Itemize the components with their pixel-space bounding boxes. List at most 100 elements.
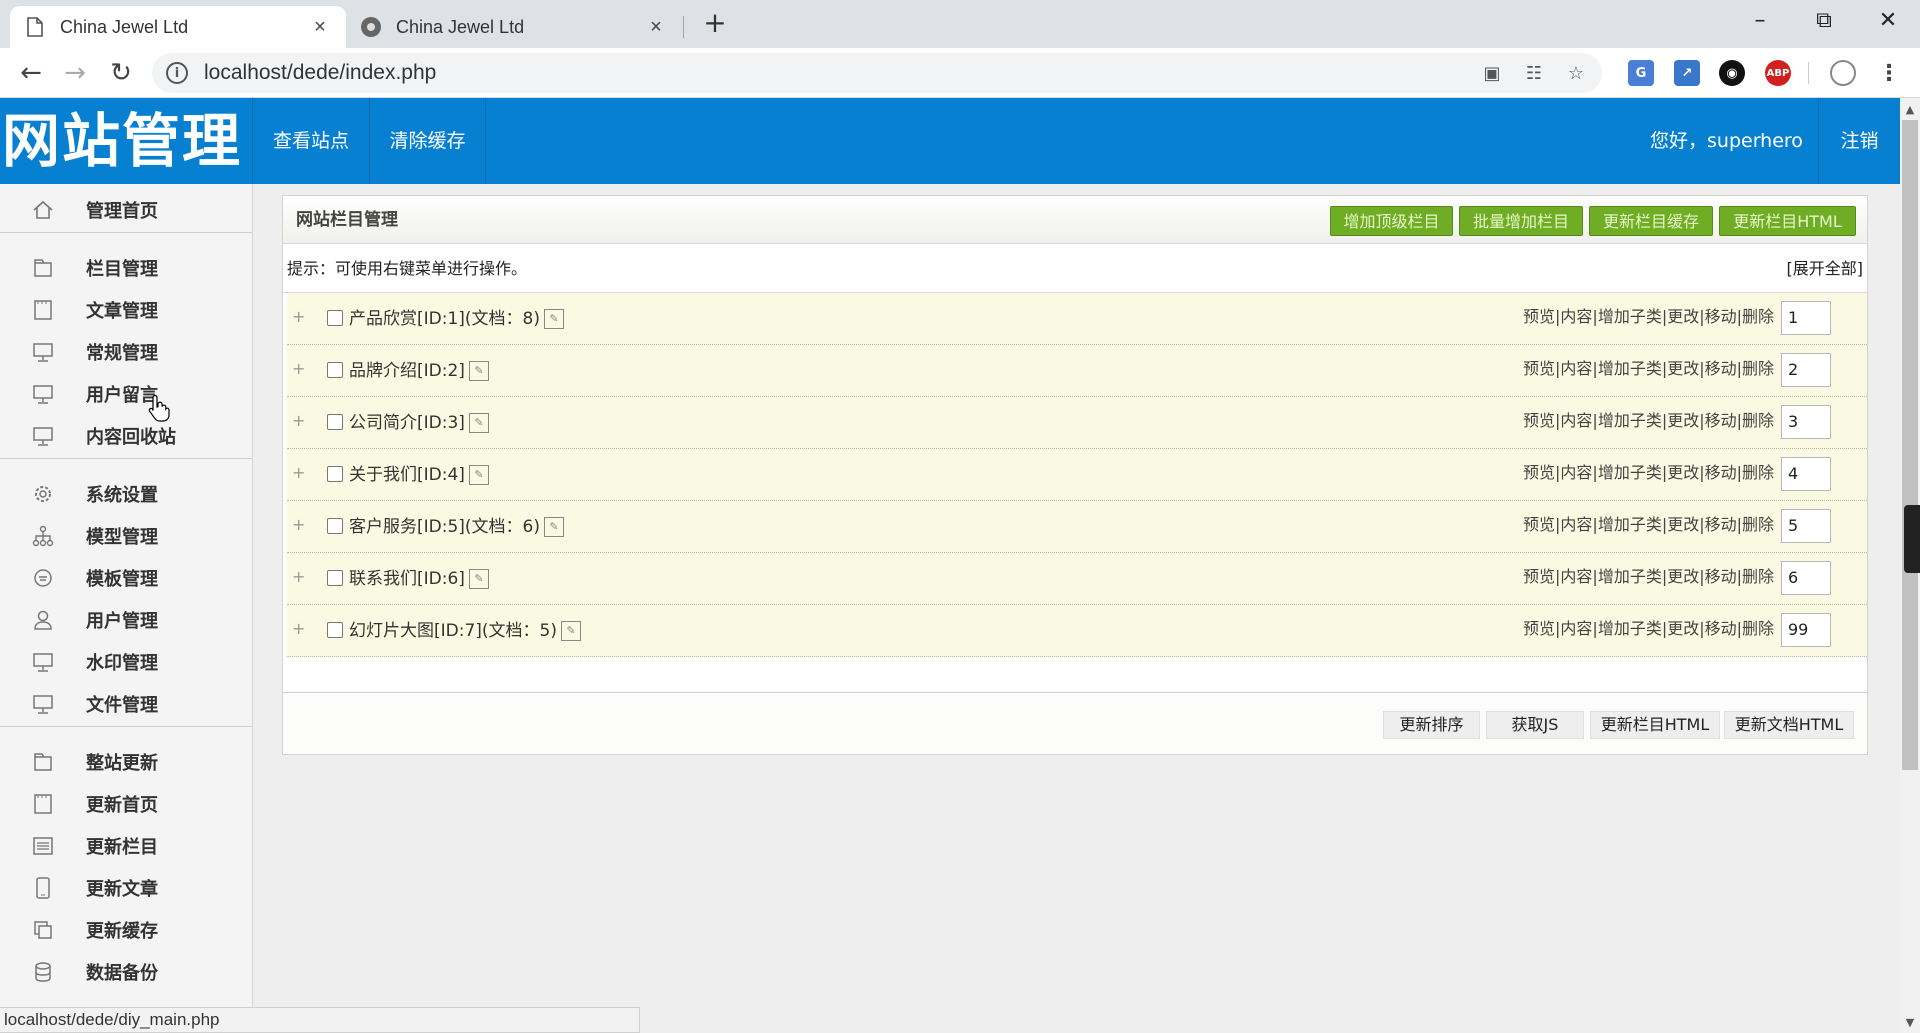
row-actions[interactable]: 预览|内容|增加子类|更改|移动|删除	[1523, 345, 1774, 393]
sidebar-item-update-article[interactable]: 更新文章	[0, 868, 252, 908]
batch-add-category-button[interactable]: 批量增加栏目	[1459, 206, 1583, 236]
sort-order-input[interactable]: 5	[1781, 509, 1831, 543]
update-category-html-footer-button[interactable]: 更新栏目HTML	[1590, 711, 1720, 739]
google-translate-extension-icon[interactable]: G	[1628, 60, 1654, 86]
folder-icon	[30, 749, 56, 775]
sidebar-item-admin-home[interactable]: 管理首页	[0, 190, 252, 230]
edit-icon[interactable]: ✎	[468, 569, 489, 589]
address-bar[interactable]: i localhost/dede/index.php ▣ ☷ ☆	[152, 53, 1602, 93]
browser-tab-1[interactable]: China Jewel Ltd ×	[10, 6, 346, 48]
update-document-html-button[interactable]: 更新文档HTML	[1724, 711, 1854, 739]
logout-link[interactable]: 注销	[1818, 98, 1900, 184]
row-checkbox[interactable]	[327, 622, 343, 638]
restore-button[interactable]: ⧉	[1792, 0, 1856, 40]
info-icon[interactable]: i	[166, 62, 188, 84]
sidebar-item-user-manage[interactable]: 用户管理	[0, 600, 252, 640]
sidebar-item-article-manage[interactable]: 文章管理	[0, 290, 252, 330]
sort-order-input[interactable]: 99	[1781, 613, 1831, 647]
edit-icon[interactable]: ✎	[468, 361, 489, 381]
forward-icon[interactable]: →	[58, 56, 92, 90]
row-checkbox[interactable]	[327, 518, 343, 534]
back-icon[interactable]: ←	[14, 56, 48, 90]
scroll-up-icon[interactable]: ▲	[1900, 100, 1920, 120]
edit-icon[interactable]: ✎	[561, 621, 581, 641]
update-category-html-button[interactable]: 更新栏目HTML	[1719, 206, 1856, 236]
scroll-down-icon[interactable]: ▼	[1900, 1013, 1920, 1033]
category-name[interactable]: 幻灯片大图[ID:7](文档：5) ✎	[349, 605, 581, 657]
update-sort-button[interactable]: 更新排序	[1383, 711, 1480, 739]
side-panel-handle[interactable]	[1904, 505, 1920, 573]
edit-icon[interactable]: ✎	[468, 465, 489, 485]
minimize-button[interactable]: –	[1728, 0, 1792, 40]
tab-close-icon[interactable]: ×	[644, 16, 668, 39]
add-top-category-button[interactable]: 增加顶级栏目	[1330, 206, 1453, 236]
sidebar-item-model-manage[interactable]: 模型管理	[0, 516, 252, 556]
sidebar-item-update-home[interactable]: 更新首页	[0, 784, 252, 824]
category-name[interactable]: 品牌介绍[ID:2] ✎	[349, 345, 489, 397]
browser-tab-2[interactable]: China Jewel Ltd ×	[346, 6, 682, 48]
sidebar-item-watermark-manage[interactable]: 水印管理	[0, 642, 252, 682]
sort-order-input[interactable]: 3	[1781, 405, 1831, 439]
profile-avatar-icon[interactable]	[1830, 60, 1856, 86]
sidebar-item-site-update[interactable]: 整站更新	[0, 742, 252, 782]
sort-order-input[interactable]: 1	[1781, 301, 1831, 335]
clear-cache-link[interactable]: 清除缓存	[369, 98, 486, 184]
category-name[interactable]: 联系我们[ID:6] ✎	[349, 553, 489, 605]
sidebar-item-system-settings[interactable]: 系统设置	[0, 474, 252, 514]
update-category-cache-button[interactable]: 更新栏目缓存	[1589, 206, 1713, 236]
share-extension-icon[interactable]: ↗	[1674, 60, 1700, 86]
expand-plus-icon[interactable]: +	[292, 397, 305, 445]
category-name[interactable]: 关于我们[ID:4] ✎	[349, 449, 489, 501]
sidebar-item-update-category[interactable]: 更新栏目	[0, 826, 252, 866]
row-checkbox[interactable]	[327, 414, 343, 430]
new-tab-button[interactable]: +	[700, 8, 730, 38]
scrollbar-thumb[interactable]	[1902, 120, 1918, 770]
sort-order-input[interactable]: 2	[1781, 353, 1831, 387]
sidebar-item-label: 整站更新	[86, 753, 158, 774]
expand-plus-icon[interactable]: +	[292, 605, 305, 653]
edit-icon[interactable]: ✎	[544, 517, 564, 537]
sort-order-input[interactable]: 4	[1781, 457, 1831, 491]
category-name[interactable]: 产品欣赏[ID:1](文档：8) ✎	[349, 293, 564, 345]
bookmark-star-icon[interactable]: ☆	[1564, 61, 1588, 85]
expand-plus-icon[interactable]: +	[292, 553, 305, 601]
row-checkbox[interactable]	[327, 310, 343, 326]
row-checkbox[interactable]	[327, 466, 343, 482]
extension-icon[interactable]: ◉	[1719, 60, 1745, 86]
category-name[interactable]: 客户服务[ID:5](文档：6) ✎	[349, 501, 564, 553]
edit-icon[interactable]: ✎	[544, 309, 564, 329]
translate-icon[interactable]: ☷	[1522, 61, 1546, 85]
row-actions[interactable]: 预览|内容|增加子类|更改|移动|删除	[1523, 293, 1774, 341]
row-actions[interactable]: 预览|内容|增加子类|更改|移动|删除	[1523, 397, 1774, 445]
sidebar-item-template-manage[interactable]: 模板管理	[0, 558, 252, 598]
sidebar-item-user-messages[interactable]: 用户留言	[0, 374, 252, 414]
sidebar-item-general-manage[interactable]: 常规管理	[0, 332, 252, 372]
sort-order-input[interactable]: 6	[1781, 561, 1831, 595]
get-js-button[interactable]: 获取JS	[1486, 711, 1584, 739]
row-actions[interactable]: 预览|内容|增加子类|更改|移动|删除	[1523, 605, 1774, 653]
expand-all-link[interactable]: [展开全部]	[1787, 244, 1864, 293]
row-actions[interactable]: 预览|内容|增加子类|更改|移动|删除	[1523, 553, 1774, 601]
row-checkbox[interactable]	[327, 570, 343, 586]
close-window-button[interactable]: ✕	[1856, 0, 1920, 40]
expand-plus-icon[interactable]: +	[292, 345, 305, 393]
row-actions[interactable]: 预览|内容|增加子类|更改|移动|删除	[1523, 449, 1774, 497]
edit-icon[interactable]: ✎	[468, 413, 489, 433]
sidebar-item-update-cache[interactable]: 更新缓存	[0, 910, 252, 950]
category-name[interactable]: 公司简介[ID:3] ✎	[349, 397, 489, 449]
tab-close-icon[interactable]: ×	[308, 16, 332, 39]
reload-icon[interactable]: ↻	[104, 56, 138, 90]
view-site-link[interactable]: 查看站点	[252, 98, 369, 184]
expand-plus-icon[interactable]: +	[292, 293, 305, 341]
expand-plus-icon[interactable]: +	[292, 449, 305, 497]
expand-plus-icon[interactable]: +	[292, 501, 305, 549]
adblock-plus-icon[interactable]: ABP	[1765, 60, 1791, 86]
sidebar-item-file-manage[interactable]: 文件管理	[0, 684, 252, 724]
row-actions[interactable]: 预览|内容|增加子类|更改|移动|删除	[1523, 501, 1774, 549]
row-checkbox[interactable]	[327, 362, 343, 378]
sidebar-item-recycle-bin[interactable]: 内容回收站	[0, 416, 252, 456]
cast-icon[interactable]: ▣	[1480, 61, 1504, 85]
sidebar-item-data-backup[interactable]: 数据备份	[0, 952, 252, 992]
menu-kebab-icon[interactable]: ⋮	[1876, 60, 1902, 86]
sidebar-item-category-manage[interactable]: 栏目管理	[0, 248, 252, 288]
